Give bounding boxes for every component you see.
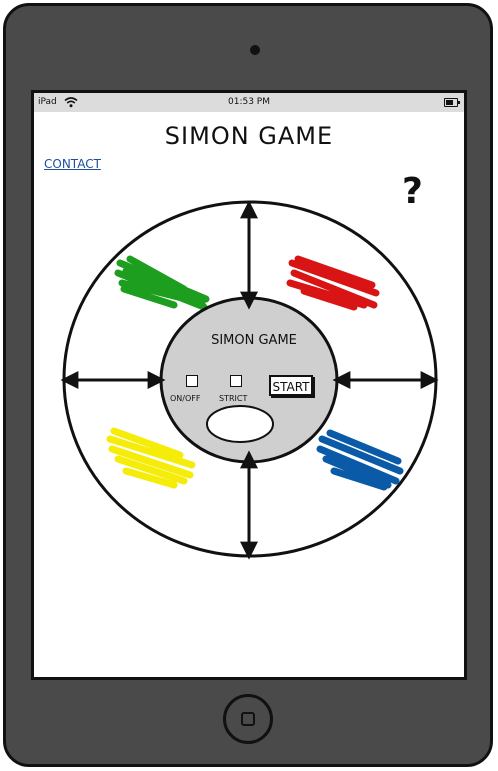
- simon-board: [60, 200, 439, 560]
- onoff-label: ON/OFF: [170, 394, 201, 403]
- home-button-icon[interactable]: [223, 694, 273, 744]
- camera-icon: [250, 45, 260, 55]
- onoff-checkbox[interactable]: [186, 375, 198, 387]
- screen: iPad 01:53 PM SIMON GAME CONTACT ? SIMON…: [31, 90, 467, 680]
- center-title: SIMON GAME: [211, 333, 297, 348]
- counter-display: [206, 405, 274, 443]
- strict-label: STRICT: [219, 394, 248, 403]
- start-button[interactable]: START: [269, 375, 313, 396]
- home-button-square: [241, 712, 255, 726]
- strict-checkbox[interactable]: [230, 375, 242, 387]
